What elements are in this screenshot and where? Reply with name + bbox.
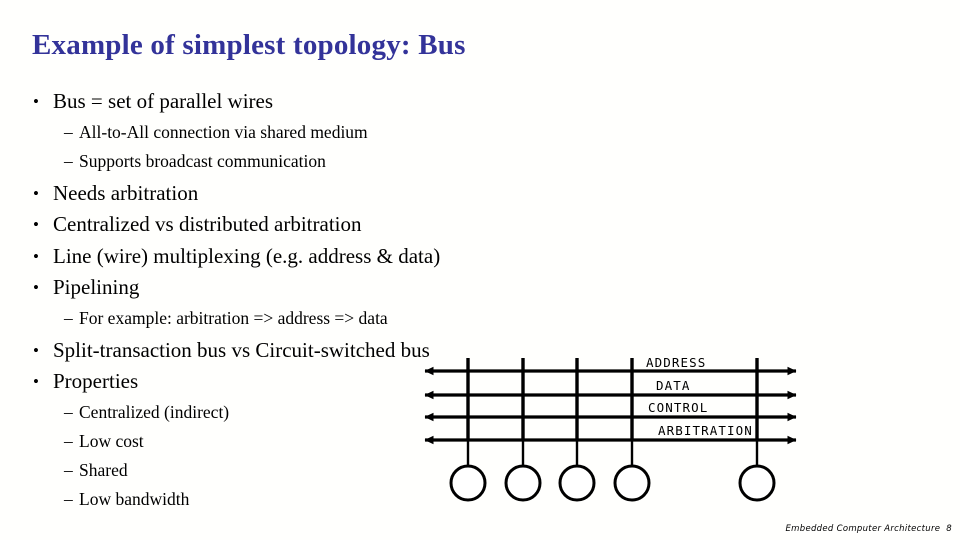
dash-marker-icon: – [64, 488, 73, 509]
bullet-text: Needs arbitration [53, 180, 199, 205]
sub-bullet-item: – For example: arbitration => address => … [0, 304, 700, 333]
bus-topology-diagram: ADDRESS DATA CONTROL ARBITRATION [408, 352, 818, 512]
bus-wire-label: CONTROL [648, 400, 708, 415]
bullet-item: • Bus = set of parallel wires [0, 86, 700, 118]
bullet-text: Bus = set of parallel wires [53, 89, 274, 113]
bullet-text: Centralized vs distributed arbitration [53, 212, 362, 236]
bus-node-circle [558, 464, 596, 502]
dash-marker-icon: – [64, 307, 73, 328]
bullet-item: • Pipelining [0, 272, 700, 304]
bullet-text: Line (wire) multiplexing (e.g. address &… [53, 243, 441, 268]
bullet-text: Low bandwidth [79, 488, 190, 509]
bullet-text: For example: arbitration => address => d… [79, 307, 388, 328]
bus-node-stems [466, 358, 759, 466]
page-title: Example of simplest topology: Bus [32, 29, 466, 61]
dash-marker-icon: – [64, 430, 73, 451]
bullet-item: • Centralized vs distributed arbitration [0, 209, 700, 241]
slide-footer: Embedded Computer Architecture 8 [786, 524, 952, 534]
dash-marker-icon: – [64, 121, 73, 142]
bullet-marker-icon: • [33, 215, 39, 234]
bullet-marker-icon: • [33, 183, 39, 203]
sub-bullet-item: – Supports broadcast communication [0, 147, 700, 176]
slide-canvas: Example of simplest topology: Bus • Bus =… [0, 0, 960, 540]
bus-node-circle [613, 464, 651, 502]
bus-node-circle [504, 464, 542, 502]
bus-wire-label: DATA [656, 378, 691, 393]
bullet-item: • Needs arbitration [0, 178, 700, 210]
dash-marker-icon: – [64, 401, 73, 422]
bullet-marker-icon: • [33, 340, 39, 360]
bullet-text: All-to-All connection via shared medium [79, 121, 368, 142]
bullet-marker-icon: • [33, 278, 39, 297]
slide-number: 8 [946, 524, 952, 534]
footer-text: Embedded Computer Architecture [785, 524, 941, 534]
bullet-marker-icon: • [33, 246, 39, 266]
bus-node-circles [449, 464, 776, 502]
dash-marker-icon: – [64, 150, 73, 171]
bus-node-circle [738, 464, 776, 502]
bullet-text: Centralized (indirect) [79, 401, 230, 422]
bullet-marker-icon: • [33, 92, 39, 111]
bullet-marker-icon: • [33, 372, 39, 391]
bus-node-circle [449, 464, 487, 502]
bus-wire-label: ADDRESS [646, 355, 706, 370]
bullet-text: Split-transaction bus vs Circuit-switche… [53, 337, 430, 362]
sub-bullet-item: – All-to-All connection via shared medium [0, 118, 700, 147]
bullet-text: Supports broadcast communication [79, 150, 326, 171]
bus-diagram-svg: ADDRESS DATA CONTROL ARBITRATION [424, 355, 797, 502]
dash-marker-icon: – [64, 459, 73, 480]
bullet-item: • Line (wire) multiplexing (e.g. address … [0, 241, 700, 273]
bus-wire-label: ARBITRATION [658, 423, 753, 438]
